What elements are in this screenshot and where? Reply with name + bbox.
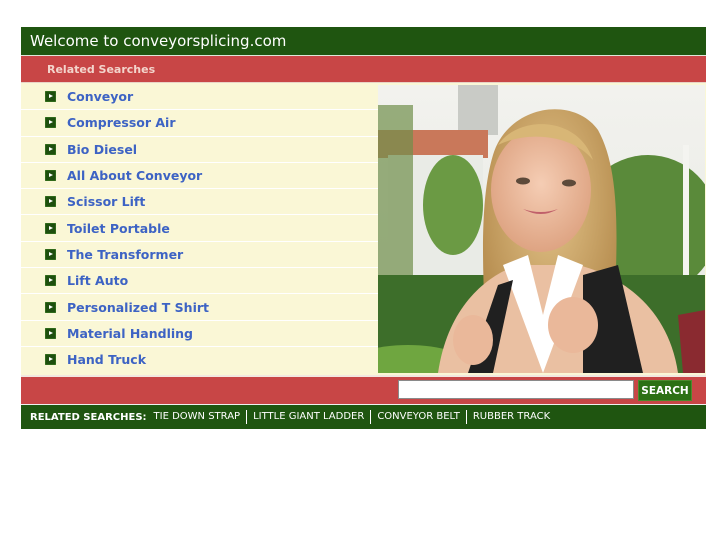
link-label[interactable]: Toilet Portable (67, 221, 170, 236)
list-item-lift-auto[interactable]: Lift Auto (21, 268, 378, 295)
list-item-personalized-t-shirt[interactable]: Personalized T Shirt (21, 294, 378, 321)
arrow-right-icon (45, 143, 56, 155)
footer-related-label: RELATED SEARCHES: (30, 411, 147, 423)
link-label[interactable]: Bio Diesel (67, 142, 137, 157)
arrow-right-icon (45, 275, 56, 287)
site-header: Welcome to conveyorsplicing.com (21, 27, 706, 56)
link-label[interactable]: Scissor Lift (67, 194, 145, 209)
arrow-right-icon (45, 196, 56, 208)
list-item-compressor-air[interactable]: Compressor Air (21, 110, 378, 137)
footer-link-tie-down-strap[interactable]: TIE DOWN STRAP (154, 410, 247, 424)
list-item-scissor-lift[interactable]: Scissor Lift (21, 189, 378, 216)
list-item-toilet-portable[interactable]: Toilet Portable (21, 215, 378, 242)
link-label[interactable]: All About Conveyor (67, 168, 202, 183)
arrow-right-icon (45, 248, 56, 260)
page-container: Welcome to conveyorsplicing.com Related … (21, 27, 706, 429)
link-label[interactable]: Compressor Air (67, 115, 175, 130)
link-label[interactable]: The Transformer (67, 247, 183, 262)
footer-related-searches: RELATED SEARCHES: TIE DOWN STRAP LITTLE … (21, 404, 706, 429)
arrow-right-icon (45, 170, 56, 182)
search-button[interactable]: SEARCH (638, 380, 692, 401)
arrow-right-icon (45, 327, 56, 339)
list-item-material-handling[interactable]: Material Handling (21, 321, 378, 347)
arrow-right-icon (45, 354, 56, 366)
main-content: Conveyor Compressor Air Bio Diesel All A… (21, 83, 706, 375)
link-label[interactable]: Material Handling (67, 326, 193, 341)
link-label[interactable]: Hand Truck (67, 352, 146, 367)
related-searches-heading: Related Searches (47, 63, 156, 76)
footer-link-little-giant-ladder[interactable]: LITTLE GIANT LADDER (246, 410, 370, 424)
list-item-the-transformer[interactable]: The Transformer (21, 242, 378, 269)
arrow-right-icon (45, 117, 56, 129)
list-item-hand-truck[interactable]: Hand Truck (21, 347, 378, 372)
search-input[interactable] (398, 380, 634, 399)
link-list: Conveyor Compressor Air Bio Diesel All A… (21, 83, 378, 375)
arrow-right-icon (45, 91, 56, 103)
list-item-bio-diesel[interactable]: Bio Diesel (21, 137, 378, 163)
arrow-right-icon (45, 301, 56, 313)
link-label[interactable]: Lift Auto (67, 273, 128, 288)
page-title: Welcome to conveyorsplicing.com (30, 32, 287, 50)
list-item-conveyor[interactable]: Conveyor (21, 84, 378, 111)
link-label[interactable]: Conveyor (67, 89, 133, 104)
footer-link-conveyor-belt[interactable]: CONVEYOR BELT (370, 410, 466, 424)
list-item-all-about-conveyor[interactable]: All About Conveyor (21, 163, 378, 190)
footer-link-rubber-track[interactable]: RUBBER TRACK (465, 410, 556, 424)
link-label[interactable]: Personalized T Shirt (67, 300, 209, 315)
search-bar: SEARCH (21, 375, 706, 404)
related-searches-bar: Related Searches (21, 56, 706, 83)
woman-photo-illustration (378, 85, 705, 373)
hero-photo (378, 85, 705, 373)
arrow-right-icon (45, 222, 56, 234)
